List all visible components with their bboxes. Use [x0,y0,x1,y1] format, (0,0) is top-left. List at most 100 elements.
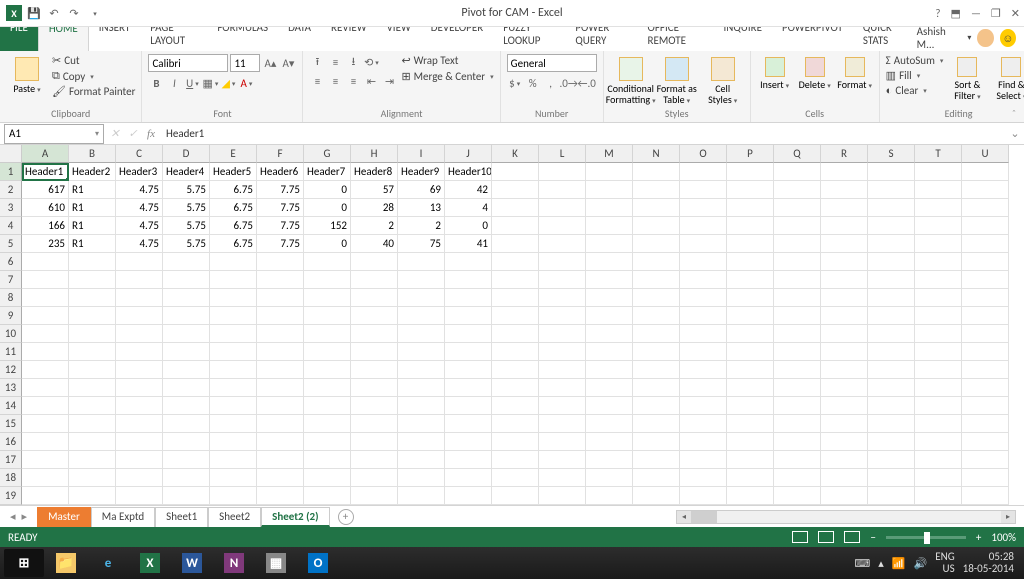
cell[interactable]: Header10 [445,163,492,181]
cell[interactable]: 2 [398,217,445,235]
cell[interactable] [539,379,586,397]
cell[interactable] [821,487,868,505]
cell[interactable] [821,451,868,469]
cell[interactable] [257,325,304,343]
cell[interactable] [304,361,351,379]
cell[interactable] [868,487,915,505]
cell[interactable] [398,469,445,487]
cell[interactable] [539,235,586,253]
collapse-ribbon-icon[interactable]: ˆ [1012,107,1016,120]
cell[interactable] [727,487,774,505]
cell[interactable] [445,307,492,325]
cell[interactable] [727,235,774,253]
cell[interactable] [163,415,210,433]
cell[interactable]: 0 [304,199,351,217]
cell[interactable] [774,343,821,361]
column-header[interactable]: F [257,145,304,163]
cell[interactable] [69,433,116,451]
cell[interactable] [492,163,539,181]
cell[interactable] [210,289,257,307]
cell[interactable] [398,451,445,469]
cell[interactable]: 7.75 [257,199,304,217]
cell[interactable] [774,199,821,217]
taskbar-app[interactable]: ▦ [256,549,296,577]
cell[interactable] [586,199,633,217]
cell[interactable] [586,487,633,505]
cell[interactable] [586,235,633,253]
increase-font-icon[interactable]: A▴ [262,55,278,71]
number-format-select[interactable] [507,54,597,72]
cell[interactable] [492,289,539,307]
cell[interactable] [586,253,633,271]
cell[interactable] [257,379,304,397]
cell[interactable] [492,343,539,361]
cell[interactable] [492,433,539,451]
cell[interactable] [680,235,727,253]
cell[interactable] [445,379,492,397]
find-select-button[interactable]: Find & Select [991,54,1024,101]
cell[interactable] [962,379,1009,397]
cell[interactable] [69,361,116,379]
delete-cells-button[interactable]: Delete [797,54,833,90]
sheet-tab[interactable]: Sheet2 (2) [261,507,329,527]
cell[interactable] [163,397,210,415]
cell[interactable] [680,325,727,343]
cell[interactable] [915,451,962,469]
cell[interactable] [351,253,398,271]
cell[interactable]: Header6 [257,163,304,181]
cell[interactable] [727,361,774,379]
cell[interactable] [915,181,962,199]
tray-lang[interactable]: ENGUS [935,551,954,575]
cell[interactable] [774,289,821,307]
name-box[interactable]: A1▾ [4,124,104,144]
cell[interactable] [492,379,539,397]
cell[interactable] [680,343,727,361]
cell[interactable]: 42 [445,181,492,199]
column-header[interactable]: C [116,145,163,163]
cell[interactable] [727,469,774,487]
cell[interactable] [586,379,633,397]
cut-button[interactable]: ✂Cut [52,54,135,67]
cell[interactable] [22,271,69,289]
new-sheet-button[interactable]: + [338,509,354,525]
align-center-icon[interactable]: ≡ [327,73,343,89]
cell[interactable] [116,361,163,379]
cell[interactable] [398,271,445,289]
row-header[interactable]: 17 [0,451,22,469]
scroll-left-icon[interactable]: ◂ [677,511,691,523]
cell[interactable] [586,325,633,343]
cell[interactable] [633,163,680,181]
tray-volume-icon[interactable]: 🔊 [914,557,928,570]
cell[interactable] [210,487,257,505]
cell[interactable] [868,325,915,343]
cell[interactable] [680,451,727,469]
cell[interactable] [351,487,398,505]
cell[interactable] [868,379,915,397]
cell[interactable] [586,217,633,235]
cell[interactable] [351,289,398,307]
cell[interactable] [915,199,962,217]
underline-button[interactable]: U [184,75,200,91]
cell[interactable] [351,307,398,325]
cell[interactable] [868,199,915,217]
cell[interactable] [962,163,1009,181]
cell[interactable] [727,307,774,325]
cell[interactable] [492,271,539,289]
merge-center-button[interactable]: ⊞Merge & Center [401,70,493,83]
cell[interactable] [445,415,492,433]
row-header[interactable]: 1 [0,163,22,181]
cell[interactable] [539,325,586,343]
cell[interactable] [821,217,868,235]
percent-format-icon[interactable]: % [525,75,541,91]
cell[interactable] [539,271,586,289]
cell[interactable] [962,433,1009,451]
cell[interactable] [398,325,445,343]
cell[interactable]: Header4 [163,163,210,181]
cell[interactable] [398,307,445,325]
cell[interactable] [774,163,821,181]
font-name-select[interactable] [148,54,228,72]
cell[interactable] [304,289,351,307]
cell[interactable] [774,271,821,289]
cell[interactable]: R1 [69,181,116,199]
cell[interactable] [680,271,727,289]
